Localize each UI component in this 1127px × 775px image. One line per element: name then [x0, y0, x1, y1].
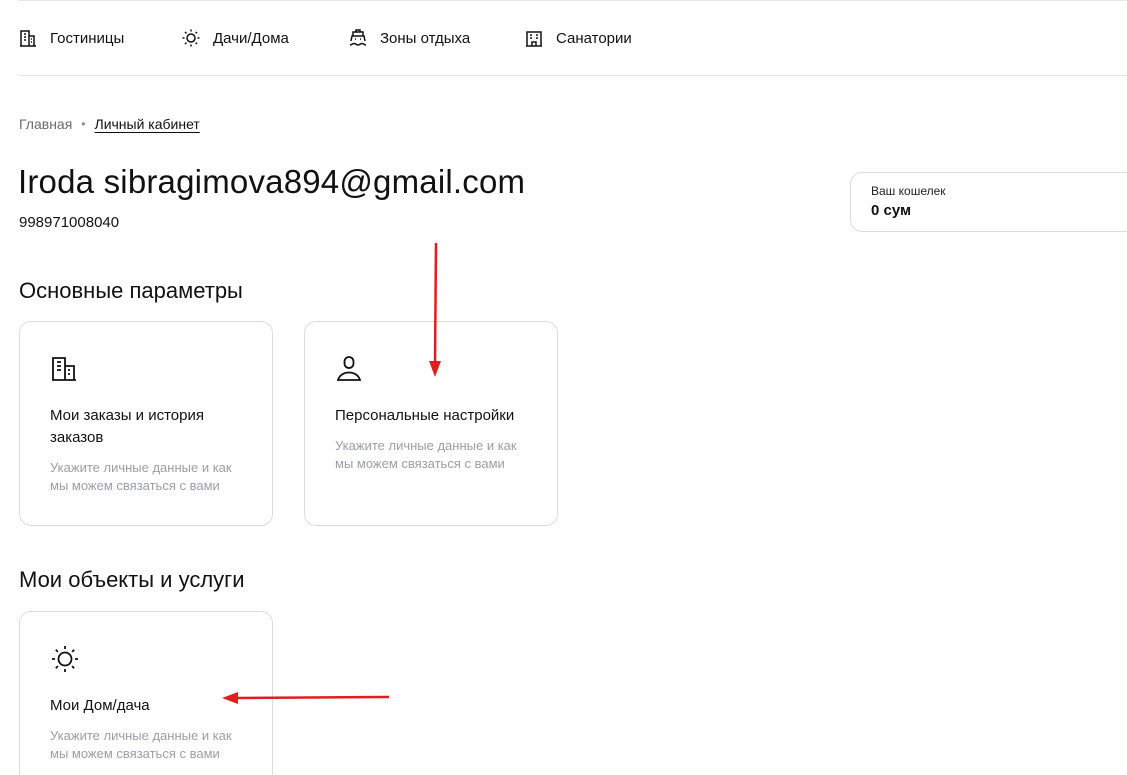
nav-item-label: Дачи/Дома: [213, 29, 289, 47]
user-phone: 998971008040: [19, 214, 120, 231]
wallet-title: Ваш кошелек: [871, 184, 946, 198]
sun-icon: [182, 29, 200, 47]
user-icon: [336, 356, 362, 381]
wallet-balance: 0 сум: [871, 202, 912, 219]
breadcrumb-current-link[interactable]: Личный кабинет: [95, 116, 200, 132]
card-description: Укажите личные данные и как мы можем свя…: [50, 460, 232, 493]
nav-item-sanatoriums[interactable]: Санатории: [524, 28, 632, 48]
card-title: Мои Дом/дача: [50, 697, 150, 714]
nav-item-label: Санатории: [556, 29, 632, 47]
boat-icon: [349, 29, 367, 46]
section-title-objects: Мои объекты и услуги: [19, 567, 245, 592]
breadcrumb-separator: •: [81, 117, 86, 131]
sun-icon: [52, 646, 78, 672]
breadcrumb: Главная • Личный кабинет: [19, 116, 200, 132]
section-title-main-params: Основные параметры: [19, 278, 243, 303]
nav-item-label: Гостиницы: [50, 29, 125, 47]
wallet-card[interactable]: Ваш кошелек 0 сум: [850, 172, 1127, 232]
page-title: Iroda sibragimova894@gmail.com: [18, 163, 526, 200]
card-title: Мои заказы и история заказов: [50, 407, 204, 446]
nav-item-hotels[interactable]: Гостиницы: [18, 28, 124, 48]
card-description: Укажите личные данные и как мы можем свя…: [50, 728, 232, 761]
orders-history-card[interactable]: Мои заказы и история заказов Укажите лич…: [19, 321, 273, 526]
top-divider: [18, 0, 1127, 1]
card-title: Персональные настройки: [335, 407, 515, 424]
personal-settings-card[interactable]: Персональные настройки Укажите личные да…: [304, 321, 558, 526]
card-description: Укажите личные данные и как мы можем свя…: [335, 438, 517, 471]
building-icon: [20, 30, 36, 47]
nav-item-dachas[interactable]: Дачи/Дома: [181, 28, 289, 48]
building-icon: [52, 357, 76, 381]
my-house-dacha-card[interactable]: Мои Дом/дача Укажите личные данные и как…: [19, 611, 273, 775]
header-divider: [18, 75, 1127, 76]
nav-item-label: Зоны отдыха: [380, 29, 471, 47]
breadcrumb-home-link[interactable]: Главная: [19, 116, 72, 132]
sanatorium-icon: [526, 31, 542, 47]
nav-item-rest-zones[interactable]: Зоны отдыха: [348, 28, 470, 48]
